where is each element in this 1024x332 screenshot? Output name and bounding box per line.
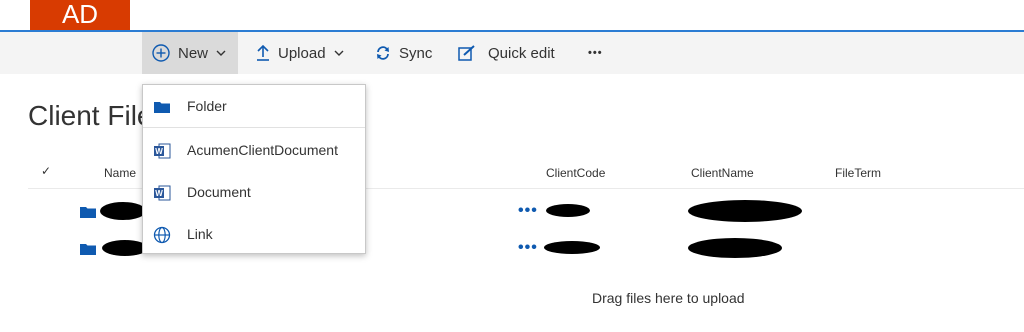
select-all-checkmark[interactable]: ✓ <box>41 164 51 178</box>
redacted-clientname <box>688 238 782 258</box>
edit-icon <box>458 45 476 61</box>
svg-text:W: W <box>155 189 163 198</box>
upload-button[interactable]: Upload <box>256 32 344 74</box>
redacted-filename <box>100 202 146 220</box>
word-icon: W <box>154 185 171 201</box>
more-icon: ••• <box>588 47 603 59</box>
new-button-label: New <box>178 44 209 62</box>
svg-text:W: W <box>155 147 163 156</box>
folder-icon <box>80 244 96 255</box>
folder-icon <box>80 207 96 218</box>
sync-button-label: Sync <box>399 44 433 62</box>
menu-item-label: Folder <box>187 98 227 114</box>
redacted-clientname <box>688 200 802 222</box>
menu-item-label: AcumenClientDocument <box>187 142 338 158</box>
menu-item-folder[interactable]: Folder <box>143 85 365 127</box>
upload-icon <box>256 45 270 61</box>
redacted-clientcode <box>544 241 600 254</box>
site-logo-text: AD <box>61 0 99 29</box>
new-dropdown-menu: Folder W AcumenClientDocument W Document… <box>142 84 366 254</box>
plus-circle-icon <box>152 44 170 62</box>
sync-button[interactable]: Sync <box>375 32 432 74</box>
globe-icon <box>153 226 171 244</box>
row-more-icon[interactable]: ••• <box>518 239 538 257</box>
menu-item-label: Link <box>187 226 213 242</box>
menu-divider <box>143 127 365 128</box>
upload-button-label: Upload <box>278 44 326 62</box>
row-more-icon[interactable]: ••• <box>518 202 538 220</box>
page-title: Client Files <box>28 100 146 131</box>
redacted-clientcode <box>546 204 590 217</box>
menu-item-acumenclientdocument[interactable]: W AcumenClientDocument <box>143 129 365 171</box>
sync-icon <box>375 45 391 61</box>
chevron-down-icon <box>334 50 344 56</box>
quick-edit-button-label: Quick edit <box>488 44 555 62</box>
menu-item-link[interactable]: Link <box>143 213 365 255</box>
quick-edit-button[interactable]: Quick edit <box>458 32 555 74</box>
chevron-down-icon <box>216 50 226 56</box>
column-header-name[interactable]: Name <box>104 166 136 180</box>
drop-zone-message: Drag files here to upload <box>592 290 745 306</box>
word-icon: W <box>154 143 171 159</box>
more-commands-button[interactable]: ••• <box>588 32 603 74</box>
column-header-fileterm[interactable]: FileTerm <box>835 166 881 180</box>
column-header-clientcode[interactable]: ClientCode <box>546 166 605 180</box>
menu-item-label: Document <box>187 184 251 200</box>
new-button[interactable]: New <box>142 32 238 74</box>
folder-icon <box>154 102 170 113</box>
column-header-clientname[interactable]: ClientName <box>691 166 754 180</box>
menu-item-document[interactable]: W Document <box>143 171 365 213</box>
